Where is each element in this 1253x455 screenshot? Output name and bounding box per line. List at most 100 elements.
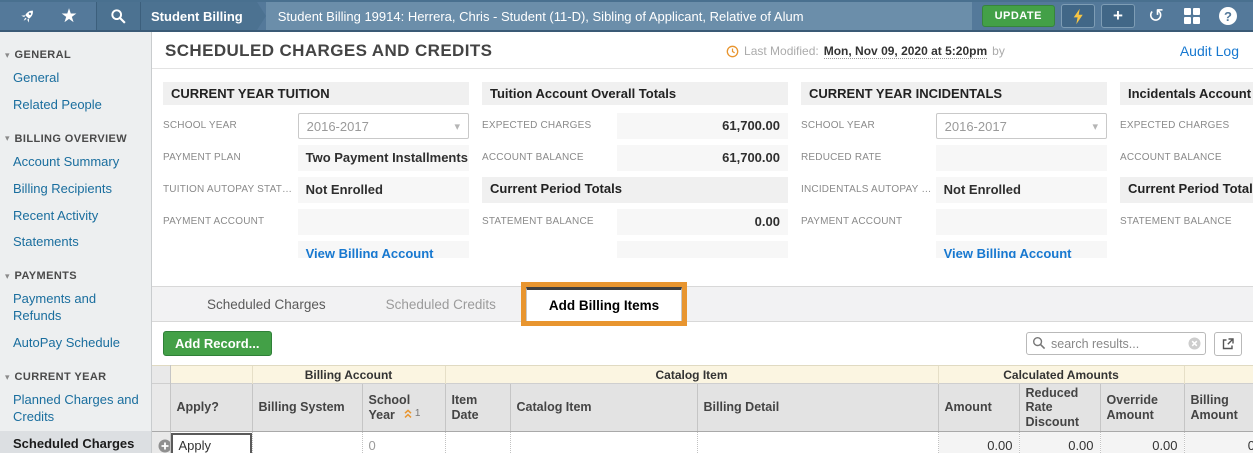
column-header-amount[interactable]: Amount (937, 382, 1020, 433)
panel-subheader: Current Period Totals (482, 177, 788, 203)
topbar-actions: UPDATE + ↺ ? (971, 2, 1253, 30)
tab-scheduled-credits[interactable]: Scheduled Credits (356, 287, 526, 321)
column-header-marker (152, 382, 171, 433)
field-value (616, 241, 788, 258)
field-label: TUITION AUTOPAY STATUS (163, 184, 297, 195)
sidebar-section-label: BILLING OVERVIEW (14, 132, 128, 145)
last-modified-value: Mon, Nov 09, 2020 at 5:20pm (823, 43, 988, 59)
breadcrumb-arrow-icon (256, 2, 266, 30)
sidebar-item-recent-activity[interactable]: Recent Activity (0, 203, 151, 230)
sidebar-item-autopay-schedule[interactable]: AutoPay Schedule (0, 330, 151, 357)
history-icon[interactable]: ↺ (1141, 3, 1171, 29)
sidebar: ▾ GENERAL General Related People ▾ BILLING OV… (0, 32, 152, 453)
panel-title: CURRENT YEAR TUITION (163, 82, 469, 105)
clear-icon[interactable] (1188, 337, 1201, 350)
panel-field-row: PAYMENT ACCOUNT (801, 209, 1107, 235)
group-header-billing-account: Billing Account (251, 365, 445, 384)
sidebar-section-current-year: ▾ CURRENT YEAR Planned Charges and Credits… (0, 367, 151, 453)
search-icon[interactable] (96, 2, 140, 30)
field-label: PAYMENT ACCOUNT (801, 216, 903, 227)
group-header-blank (152, 365, 171, 384)
cell-reduced-rate-discount: 0.00 (1018, 431, 1101, 453)
panel-title: Tuition Account Overall Totals (482, 82, 788, 105)
collapse-triangle-icon: ▾ (5, 371, 10, 382)
column-header-school-year[interactable]: School Year 1 (361, 382, 445, 433)
group-header-blank (169, 365, 252, 384)
panel-title: Incidentals Account Overall Totals (1120, 82, 1253, 105)
panel-field-row: SCHOOL YEAR 2016-2017 ▾ (801, 113, 1107, 139)
column-header-billing-system[interactable]: Billing System (251, 382, 362, 433)
panel-field-row (1120, 241, 1253, 258)
field-label: EXPECTED CHARGES (482, 120, 592, 131)
sidebar-item-statements[interactable]: Statements (0, 229, 151, 256)
field-value: View Billing Account (297, 241, 469, 258)
sidebar-section-header-billing-overview[interactable]: ▾ BILLING OVERVIEW (0, 129, 151, 149)
chevron-down-icon: ▾ (454, 120, 460, 133)
lightning-icon[interactable] (1061, 4, 1095, 28)
sidebar-item-related-people[interactable]: Related People (0, 92, 151, 119)
sidebar-section-header-current-year[interactable]: ▾ CURRENT YEAR (0, 367, 151, 387)
field-label: REDUCED RATE (801, 152, 882, 163)
page-header: SCHEDULED CHARGES AND CREDITS Last Modif… (152, 32, 1253, 69)
tab-add-billing-items[interactable]: Add Billing Items (520, 282, 688, 326)
select-value: 2016-2017 (306, 118, 369, 134)
school-year-select[interactable]: 2016-2017 ▾ (297, 113, 469, 139)
sidebar-item-payments-and-refunds[interactable]: Payments and Refunds (0, 286, 151, 330)
column-header-override-amount[interactable]: Override Amount (1099, 382, 1185, 433)
column-header-item-date[interactable]: Item Date (444, 382, 510, 433)
top-bar: ★ Student Billing Student Billing 19914:… (0, 0, 1253, 32)
school-year-select[interactable]: 2016-2017 ▾ (935, 113, 1107, 139)
panel-field-row: ACCOUNT BALANCE (1120, 145, 1253, 171)
collapse-triangle-icon: ▾ (5, 133, 10, 144)
module-tab[interactable]: Student Billing (140, 2, 257, 30)
view-billing-account-link[interactable]: View Billing Account (306, 246, 434, 258)
field-label: PAYMENT PLAN (163, 152, 241, 163)
sidebar-section-header-general[interactable]: ▾ GENERAL (0, 45, 151, 65)
field-label: STATEMENT BALANCE (1120, 216, 1232, 227)
rocket-icon[interactable] (8, 2, 46, 30)
sidebar-section-header-payments[interactable]: ▾ PAYMENTS (0, 266, 151, 286)
column-header-apply[interactable]: Apply? (169, 382, 252, 433)
sidebar-item-general[interactable]: General (0, 65, 151, 92)
last-modified: Last Modified: Mon, Nov 09, 2020 at 5:20… (726, 44, 1005, 59)
sidebar-item-scheduled-charges-and-credits[interactable]: Scheduled Charges and Credits (0, 430, 151, 453)
help-icon[interactable]: ? (1213, 3, 1243, 29)
add-row-icon[interactable] (152, 431, 171, 453)
add-record-button[interactable]: Add Record... (163, 331, 272, 356)
column-label: Item Date (451, 393, 479, 422)
column-label: Apply? (176, 400, 219, 415)
column-label: Billing System (258, 400, 345, 415)
magnifier-icon (1032, 336, 1046, 350)
update-button[interactable]: UPDATE (981, 5, 1055, 27)
field-value (935, 209, 1107, 235)
group-header-blank (1183, 365, 1253, 384)
apps-grid-icon[interactable] (1177, 3, 1207, 29)
field-label (801, 241, 936, 258)
plus-icon[interactable]: + (1101, 4, 1135, 28)
table-row: Apply00.000.000.000.00 (152, 431, 1253, 453)
field-value: View Billing Account (935, 241, 1107, 258)
sidebar-section-billing-overview: ▾ BILLING OVERVIEW Account Summary Billing … (0, 129, 151, 257)
panel-field-row: EXPECTED CHARGES 61,700.00 (482, 113, 788, 139)
field-label (1120, 241, 1253, 258)
search-input[interactable] (1026, 332, 1206, 355)
sidebar-item-billing-recipients[interactable]: Billing Recipients (0, 176, 151, 203)
last-modified-by: by (992, 44, 1005, 58)
panel-field-row: SCHOOL YEAR 2016-2017 ▾ (163, 113, 469, 139)
column-header-reduced-rate-discount[interactable]: Reduced Rate Discount (1018, 382, 1101, 433)
sidebar-item-account-summary[interactable]: Account Summary (0, 149, 151, 176)
audit-log-link[interactable]: Audit Log (1180, 43, 1239, 59)
view-billing-account-link[interactable]: View Billing Account (944, 246, 1072, 258)
panel-field-row (482, 241, 788, 258)
panel-field-row: STATEMENT BALANCE 0.00 (482, 209, 788, 235)
sidebar-item-planned-charges-and-credits[interactable]: Planned Charges and Credits (0, 387, 151, 431)
apply-cell-editor[interactable]: Apply (171, 432, 252, 453)
star-icon[interactable]: ★ (50, 2, 88, 30)
column-header-billing-detail[interactable]: Billing Detail (696, 382, 939, 433)
column-header-billing-amount[interactable]: Billing Amount (1183, 382, 1253, 433)
tab-scheduled-charges[interactable]: Scheduled Charges (177, 287, 356, 321)
external-link-icon[interactable] (1214, 331, 1242, 356)
column-header-catalog-item[interactable]: Catalog Item (509, 382, 697, 433)
module-label: Student Billing (151, 8, 243, 24)
panel-field-row: PAYMENT PLAN Two Payment Installments (163, 145, 469, 171)
